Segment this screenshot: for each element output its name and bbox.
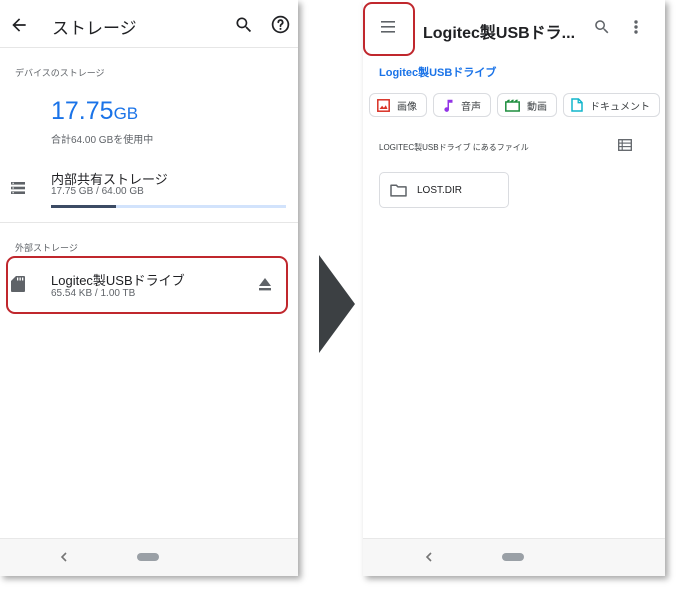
system-navigation-bar xyxy=(0,538,298,576)
storage-used-unit: GB xyxy=(113,104,139,123)
usb-drive-highlight-frame xyxy=(6,256,288,314)
menu-highlight-frame xyxy=(363,2,415,56)
storage-settings-screen: ストレージ デバイスのストレージ 17.75GB 合計64.00 GBを使用中 … xyxy=(0,0,298,576)
folder-item[interactable]: LOST.DIR xyxy=(379,172,509,208)
search-icon[interactable] xyxy=(234,15,254,35)
files-section-label: LOGITEC製USBドライブ にあるファイル xyxy=(379,143,529,152)
document-icon xyxy=(571,98,583,112)
internal-storage-progress-bar xyxy=(51,205,286,208)
more-vert-icon[interactable] xyxy=(633,18,639,36)
section-divider xyxy=(0,222,298,223)
chip-images-label: 画像 xyxy=(397,101,417,113)
folder-icon xyxy=(390,183,407,197)
chip-video-label: 動画 xyxy=(527,101,547,113)
search-icon[interactable] xyxy=(593,18,611,36)
image-icon xyxy=(377,98,390,112)
chip-documents[interactable]: ドキュメント xyxy=(563,93,660,117)
storage-used-number: 17.75 xyxy=(51,97,114,125)
breadcrumb[interactable]: Logitec製USBドライブ xyxy=(379,64,496,80)
nav-home-pill[interactable] xyxy=(137,553,159,561)
page-title: ストレージ xyxy=(52,19,137,38)
nav-back-icon[interactable] xyxy=(58,551,70,563)
files-app-screen: Logitec製USBドラ... Logitec製USBドライブ 画像 音声 動… xyxy=(363,0,665,576)
back-arrow-icon[interactable] xyxy=(9,15,29,35)
transition-arrow-icon xyxy=(319,255,355,353)
external-storage-section-label: 外部ストレージ xyxy=(15,243,78,253)
nav-home-pill[interactable] xyxy=(502,553,524,561)
storage-used-value: 17.75GB xyxy=(51,97,138,126)
chip-video[interactable]: 動画 xyxy=(497,93,557,117)
folder-name: LOST.DIR xyxy=(417,184,463,196)
chip-images[interactable]: 画像 xyxy=(369,93,427,117)
toolbar-title: Logitec製USBドラ... xyxy=(423,25,576,42)
internal-storage-progress-fill xyxy=(51,205,117,208)
header-divider xyxy=(0,47,298,48)
system-navigation-bar xyxy=(363,538,665,576)
internal-storage-usage: 17.75 GB / 64.00 GB xyxy=(51,186,144,197)
nav-back-icon[interactable] xyxy=(423,551,435,563)
storage-list-icon xyxy=(11,181,25,195)
music-note-icon xyxy=(444,99,453,112)
storage-used-caption: 合計64.00 GBを使用中 xyxy=(51,135,154,146)
chip-audio-label: 音声 xyxy=(461,101,481,113)
chip-documents-label: ドキュメント xyxy=(590,101,650,113)
list-view-icon[interactable] xyxy=(618,139,632,151)
video-icon xyxy=(505,99,520,112)
device-storage-section-label: デバイスのストレージ xyxy=(15,68,105,78)
category-chips: 画像 音声 動画 ドキュメント xyxy=(369,93,660,117)
chip-audio[interactable]: 音声 xyxy=(433,93,491,117)
help-icon[interactable] xyxy=(270,14,291,35)
